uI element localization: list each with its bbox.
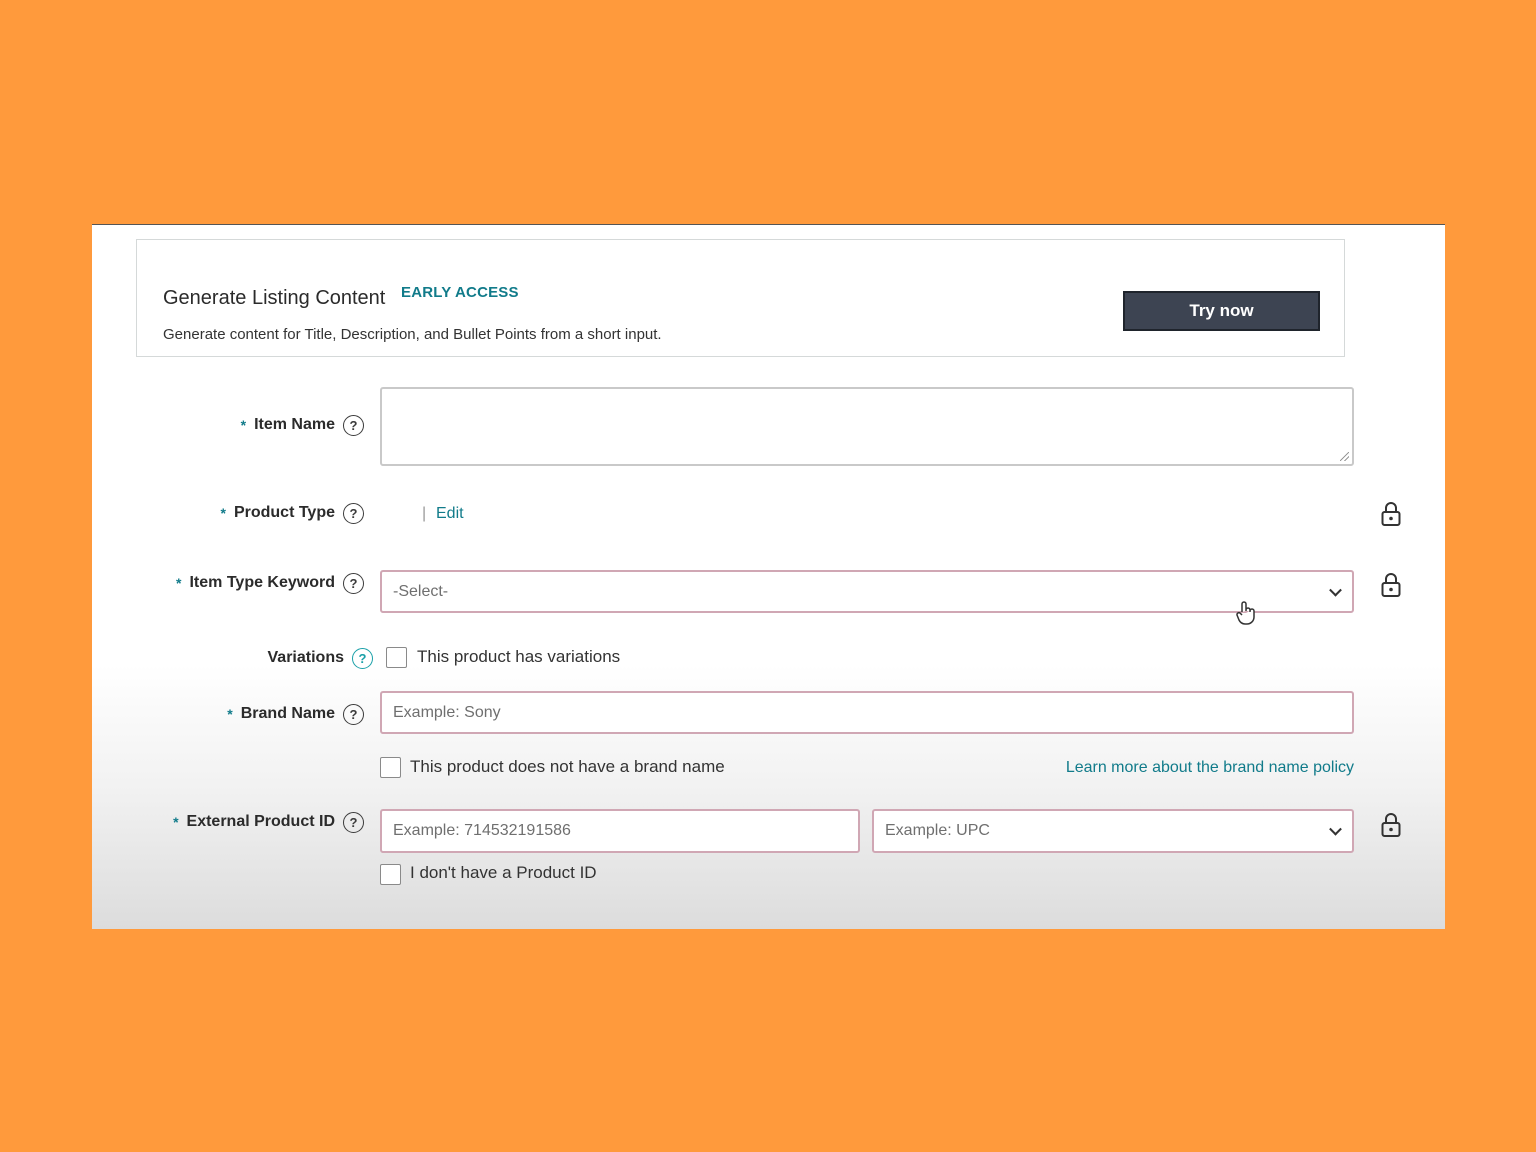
required-marker: *: [220, 505, 226, 521]
help-icon[interactable]: ?: [343, 572, 364, 594]
brand-name-input[interactable]: Example: Sony: [380, 691, 1354, 734]
help-icon[interactable]: ?: [343, 703, 364, 725]
generate-listing-content-card: Generate Listing Content EARLY ACCESS Ge…: [136, 239, 1345, 357]
chevron-down-icon: [1329, 583, 1342, 597]
product-id-type-placeholder: Example: UPC: [885, 822, 990, 839]
product-type-label-row: * Product Type ?: [220, 501, 364, 525]
item-type-keyword-select[interactable]: -Select-: [380, 570, 1354, 613]
required-marker: *: [227, 706, 233, 722]
variations-checkbox[interactable]: [386, 647, 407, 668]
external-product-id-label: External Product ID: [186, 813, 335, 830]
item-name-label-row: * Item Name ?: [241, 413, 364, 437]
brand-name-label-row: * Brand Name ?: [227, 702, 364, 726]
external-product-id-input[interactable]: Example: 714532191586: [380, 809, 860, 853]
help-icon[interactable]: ?: [343, 811, 364, 833]
lock-icon: [1381, 813, 1401, 837]
required-marker: *: [240, 417, 247, 433]
try-now-button[interactable]: Try now: [1123, 291, 1320, 331]
product-type-separator: |: [422, 505, 427, 522]
generate-listing-description: Generate content for Title, Description,…: [163, 326, 662, 343]
variations-label-row: Variations ?: [268, 646, 373, 670]
brand-name-label: Brand Name: [240, 705, 335, 722]
hand-cursor-icon: [1236, 601, 1255, 625]
required-marker: *: [176, 575, 182, 591]
external-product-id-placeholder: Example: 714532191586: [393, 822, 571, 839]
brand-name-placeholder: Example: Sony: [393, 703, 501, 721]
external-product-id-label-row: * External Product ID ?: [173, 810, 364, 834]
brand-name-policy-link[interactable]: Learn more about the brand name policy: [1066, 759, 1354, 777]
item-type-keyword-label: Item Type Keyword: [189, 574, 335, 591]
lock-icon: [1381, 573, 1401, 597]
variations-label: Variations: [267, 649, 344, 666]
product-type-edit-link[interactable]: Edit: [436, 505, 464, 523]
product-id-type-select[interactable]: Example: UPC: [872, 809, 1354, 853]
chevron-down-icon: [1329, 822, 1342, 836]
no-product-id-checkbox-label: I don't have a Product ID: [410, 863, 597, 882]
item-type-keyword-label-row: * Item Type Keyword ?: [176, 571, 364, 595]
resize-handle-icon[interactable]: [1340, 452, 1349, 461]
product-type-label: Product Type: [233, 504, 335, 521]
no-brand-checkbox-label: This product does not have a brand name: [410, 757, 725, 776]
help-icon[interactable]: ?: [352, 647, 373, 669]
no-brand-checkbox[interactable]: [380, 757, 401, 778]
required-marker: *: [173, 814, 179, 830]
help-icon[interactable]: ?: [343, 502, 364, 524]
help-icon[interactable]: ?: [343, 414, 364, 436]
early-access-badge: EARLY ACCESS: [401, 284, 519, 301]
item-name-input[interactable]: [380, 387, 1354, 466]
lock-icon: [1381, 502, 1401, 526]
listing-form-panel: Generate Listing Content EARLY ACCESS Ge…: [92, 224, 1445, 929]
no-product-id-checkbox[interactable]: [380, 864, 401, 885]
item-name-label: Item Name: [254, 416, 335, 433]
variations-checkbox-label: This product has variations: [417, 647, 621, 666]
generate-listing-title: Generate Listing Content: [163, 287, 386, 309]
item-type-keyword-selected: -Select-: [393, 582, 449, 600]
